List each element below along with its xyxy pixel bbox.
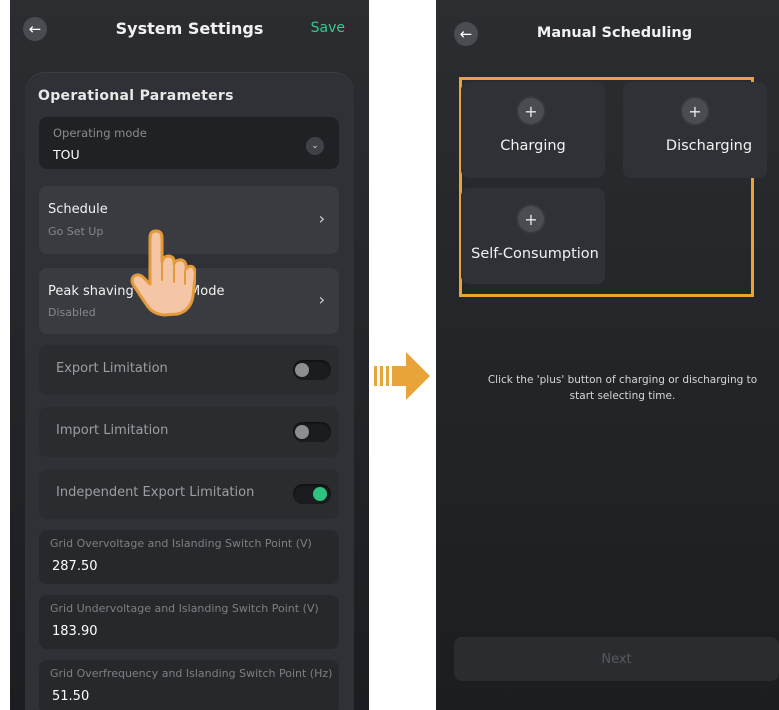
import-limitation-row: Import Limitation: [39, 407, 339, 457]
independent-export-limitation-row: Independent Export Limitation: [39, 469, 339, 519]
manual-scheduling-screen: ← Manual Scheduling + Charging + Dischar…: [436, 0, 779, 710]
schedule-item[interactable]: Schedule Go Set Up ›: [39, 186, 339, 254]
system-settings-screen: ← System Settings Save Operational Param…: [10, 0, 369, 710]
export-limitation-toggle[interactable]: [293, 360, 331, 380]
grid-overfrequency-field[interactable]: Grid Overfrequency and Islanding Switch …: [39, 660, 339, 710]
chevron-down-icon[interactable]: ⌄: [306, 137, 324, 155]
self-consumption-card[interactable]: + Self-Consumption: [461, 188, 605, 284]
chevron-right-icon: ›: [318, 209, 325, 228]
section-title: Operational Parameters: [38, 88, 234, 104]
import-limitation-toggle[interactable]: [293, 422, 331, 442]
plus-icon[interactable]: +: [682, 98, 708, 124]
grid-overfrequency-value: 51.50: [52, 689, 90, 704]
toggle-knob: [295, 425, 309, 439]
save-button[interactable]: Save: [311, 20, 345, 36]
schedule-title: Schedule: [48, 202, 108, 217]
independent-export-limitation-toggle[interactable]: [293, 484, 331, 504]
grid-undervoltage-field[interactable]: Grid Undervoltage and Islanding Switch P…: [39, 595, 339, 649]
grid-undervoltage-label: Grid Undervoltage and Islanding Switch P…: [50, 602, 319, 615]
operational-parameters-panel: Operational Parameters Operating mode TO…: [25, 72, 354, 710]
chevron-right-icon: ›: [318, 290, 325, 309]
operating-mode-label: Operating mode: [53, 126, 147, 140]
charging-card[interactable]: + Charging: [461, 82, 605, 178]
peak-shaving-subtitle: Disabled: [48, 306, 96, 319]
independent-export-limitation-label: Independent Export Limitation: [56, 485, 255, 500]
discharging-label: Discharging: [665, 138, 753, 154]
import-limitation-label: Import Limitation: [56, 423, 169, 438]
peak-shaving-item[interactable]: Peak shaving Control Mode Disabled ›: [39, 268, 339, 334]
plus-icon[interactable]: +: [518, 98, 544, 124]
self-consumption-label: Self-Consumption: [471, 246, 599, 262]
header: ← System Settings Save: [10, 8, 369, 50]
toggle-knob: [313, 487, 327, 501]
schedule-subtitle: Go Set Up: [48, 225, 104, 238]
grid-undervoltage-value: 183.90: [52, 624, 98, 639]
peak-shaving-title: Peak shaving Control Mode: [48, 284, 225, 299]
grid-overvoltage-label: Grid Overvoltage and Islanding Switch Po…: [50, 537, 312, 550]
export-limitation-row: Export Limitation: [39, 345, 339, 395]
operating-mode-value: TOU: [53, 147, 80, 162]
export-limitation-label: Export Limitation: [56, 361, 168, 376]
plus-icon[interactable]: +: [518, 206, 544, 232]
grid-overvoltage-field[interactable]: Grid Overvoltage and Islanding Switch Po…: [39, 530, 339, 584]
operating-mode-select[interactable]: Operating mode TOU ⌄: [39, 117, 339, 169]
toggle-knob: [295, 363, 309, 377]
discharging-card[interactable]: + Discharging: [623, 82, 767, 178]
charging-label: Charging: [500, 138, 566, 154]
grid-overvoltage-value: 287.50: [52, 559, 98, 574]
page-title: Manual Scheduling: [536, 25, 693, 41]
arrow-right-icon: [374, 352, 430, 400]
grid-overfrequency-label: Grid Overfrequency and Islanding Switch …: [50, 667, 333, 680]
next-button[interactable]: Next: [454, 637, 779, 681]
hint-text: Click the 'plus' button of charging or d…: [487, 374, 758, 402]
header: ← Manual Scheduling: [436, 8, 779, 50]
